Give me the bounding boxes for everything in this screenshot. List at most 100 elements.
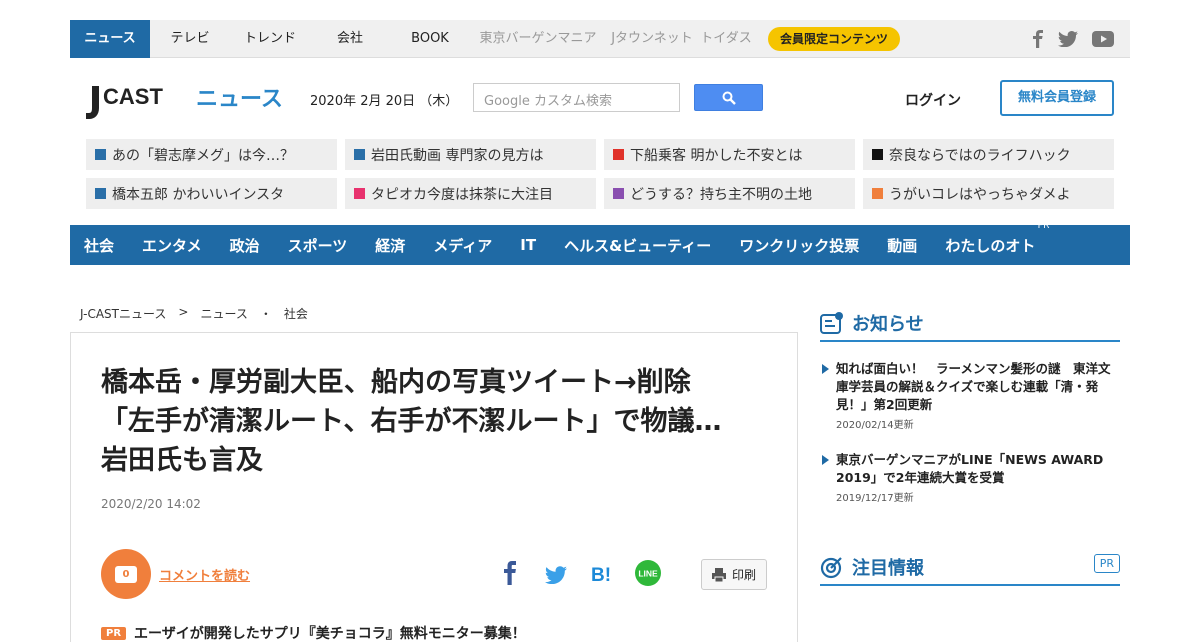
category-tab-label: わたしのオト — [945, 236, 1036, 255]
search-input[interactable]: Google カスタム検索 — [473, 83, 680, 112]
breadcrumb: J-CASTニュース > ニュース ・ 社会 — [80, 305, 308, 322]
category-tab[interactable]: 経済 — [375, 235, 405, 256]
notice-item[interactable]: 知れば面白い！ ラーメンマン髪形の謎 東洋文庫学芸員の解説＆クイズで楽しむ連載「… — [820, 360, 1120, 431]
trending-label: うがいコレはやっちゃダメよ — [889, 186, 1071, 203]
svg-text:CAST: CAST — [103, 84, 163, 109]
category-tab[interactable]: 社会 — [84, 235, 114, 256]
topnav-company[interactable]: 会社 — [310, 20, 390, 58]
category-square-icon — [95, 188, 106, 199]
trending-item[interactable]: うがいコレはやっちゃダメよ — [863, 178, 1114, 209]
printer-icon — [711, 567, 726, 582]
site-logo[interactable]: CAST ニュース — [86, 80, 282, 122]
notice-item[interactable]: 東京バーゲンマニアがLINE「NEWS AWARD 2019」で2年連続大賞を受… — [820, 451, 1120, 504]
trending-item[interactable]: 岩田氏動画 専門家の見方は — [345, 139, 596, 170]
trending-label: 橋本五郎 かわいいインスタ — [112, 186, 285, 203]
line-share-icon[interactable]: LINE — [633, 559, 663, 589]
current-date: 2020年 2月 20日 （木） — [310, 94, 459, 109]
category-tab[interactable]: ヘルス&ビューティー — [564, 235, 711, 256]
category-nav: 社会 エンタメ 政治 スポーツ 経済 メディア IT ヘルス&ビューティー ワンクリック投票 動画… — [70, 221, 1130, 265]
read-comments-link[interactable]: コメントを読む — [159, 565, 250, 584]
register-button[interactable]: 無料会員登録 — [1000, 80, 1114, 116]
notice-section-header: お知らせ — [820, 306, 1120, 342]
members-only-button[interactable]: 会員限定コンテンツ — [768, 26, 901, 51]
hatena-bookmark-icon[interactable]: B! — [591, 564, 615, 584]
trending-item[interactable]: どうする？持ち主不明の土地 — [604, 178, 855, 209]
comment-count-button[interactable]: 0 — [101, 549, 151, 599]
category-tab-label: メディア — [433, 236, 493, 255]
category-tab[interactable]: ワンクリック投票 — [739, 235, 859, 256]
search-button[interactable] — [694, 84, 763, 111]
category-tab-label: 動画 — [887, 236, 918, 255]
category-tab[interactable]: 動画 — [887, 235, 917, 256]
trending-item[interactable]: タピオカ今度は抹茶に大注目 — [345, 178, 596, 209]
triangle-bullet-icon — [822, 455, 829, 465]
category-tab-label: IT — [520, 236, 537, 254]
category-square-icon — [613, 149, 624, 160]
category-tab[interactable]: スポーツ — [288, 235, 348, 256]
topnav-trend[interactable]: トレンド — [230, 20, 310, 58]
category-tab[interactable]: メディア — [433, 235, 492, 256]
category-tab[interactable]: わたしのオト PR — [945, 221, 1049, 256]
category-square-icon — [872, 149, 883, 160]
breadcrumb-separator: > — [178, 305, 189, 319]
topnav-book[interactable]: BOOK — [390, 20, 470, 58]
category-tab-label: 政治 — [229, 236, 260, 255]
breadcrumb-news[interactable]: ニュース — [200, 305, 247, 322]
category-tab[interactable]: IT — [520, 236, 536, 254]
comment-count: 0 — [115, 565, 137, 583]
notice-text: 東京バーゲンマニアがLINE「NEWS AWARD 2019」で2年連続大賞を受… — [836, 452, 1104, 485]
headline-line: 橋本岳・厚労副大臣、船内の写真ツイート→削除 — [101, 367, 691, 398]
trending-label: どうする？持ち主不明の土地 — [630, 186, 812, 203]
category-tab[interactable]: エンタメ — [142, 235, 202, 256]
facebook-icon[interactable] — [1032, 30, 1044, 48]
breadcrumb-society[interactable]: 社会 — [284, 305, 308, 322]
svg-text:ニュース: ニュース — [196, 87, 282, 112]
twitter-icon[interactable] — [1058, 31, 1078, 47]
notice-date: 2020/02/14更新 — [836, 420, 914, 431]
facebook-share-icon[interactable] — [503, 561, 517, 585]
target-icon — [820, 557, 842, 579]
notice-date: 2019/12/17更新 — [836, 493, 914, 504]
breadcrumb-home[interactable]: J-CASTニュース — [80, 305, 166, 322]
featured-pr-badge: PR — [1093, 554, 1120, 573]
category-tab-label: 社会 — [84, 236, 115, 255]
category-tab[interactable]: 政治 — [230, 235, 260, 256]
topnav-toidasu[interactable]: トイダス — [698, 20, 754, 58]
twitter-share-icon[interactable] — [545, 566, 567, 584]
triangle-bullet-icon — [822, 364, 829, 374]
top-nav: ニュース テレビ トレンド 会社 BOOK 東京バーゲンマニア Jタウンネット … — [70, 19, 1130, 58]
trending-item[interactable]: 奈良ならではのライフハック — [863, 139, 1114, 170]
headline-line: 岩田氏も言及 — [101, 445, 263, 476]
category-tab-label: 経済 — [375, 236, 406, 255]
notice-title: お知らせ — [852, 314, 924, 335]
sponsored-text: エーザイが開発したサプリ『美チョコラ』無料モニター募集！ — [134, 626, 526, 642]
category-square-icon — [872, 188, 883, 199]
print-label: 印刷 — [731, 568, 756, 582]
featured-title: 注目情報 — [852, 558, 924, 579]
topnav-tv[interactable]: テレビ — [150, 20, 230, 58]
social-links — [1032, 20, 1130, 58]
trending-label: あの「碧志摩メグ」は今…？ — [112, 147, 294, 164]
login-link[interactable]: ログイン — [905, 90, 961, 110]
pr-tag: PR — [101, 626, 127, 640]
category-tab-label: ワンクリック投票 — [739, 236, 860, 255]
topnav-news[interactable]: ニュース — [70, 19, 150, 58]
sponsored-link[interactable]: PR エーザイが開発したサプリ『美チョコラ』無料モニター募集！ — [101, 623, 526, 643]
breadcrumb-separator: ・ — [259, 307, 272, 321]
category-tab-label: スポーツ — [287, 236, 348, 255]
youtube-icon[interactable] — [1092, 31, 1114, 47]
pr-label: PR — [1037, 220, 1050, 231]
featured-section-header: 注目情報 PR — [820, 550, 1120, 586]
notice-text: 知れば面白い！ ラーメンマン髪形の謎 東洋文庫学芸員の解説＆クイズで楽しむ連載「… — [836, 361, 1111, 412]
trending-label: 下船乗客 明かした不安とは — [630, 147, 803, 164]
topnav-j-town[interactable]: Jタウンネット — [606, 20, 698, 58]
print-button[interactable]: 印刷 — [701, 559, 767, 590]
trending-item[interactable]: あの「碧志摩メグ」は今…？ — [86, 139, 337, 170]
category-square-icon — [354, 188, 365, 199]
category-tab-label: エンタメ — [142, 236, 202, 255]
article-timestamp: 2020/2/20 14:02 — [101, 497, 201, 511]
trending-item[interactable]: 橋本五郎 かわいいインスタ — [86, 178, 337, 209]
trending-item[interactable]: 下船乗客 明かした不安とは — [604, 139, 855, 170]
topnav-bargain-mania[interactable]: 東京バーゲンマニア — [470, 20, 606, 58]
category-square-icon — [95, 149, 106, 160]
